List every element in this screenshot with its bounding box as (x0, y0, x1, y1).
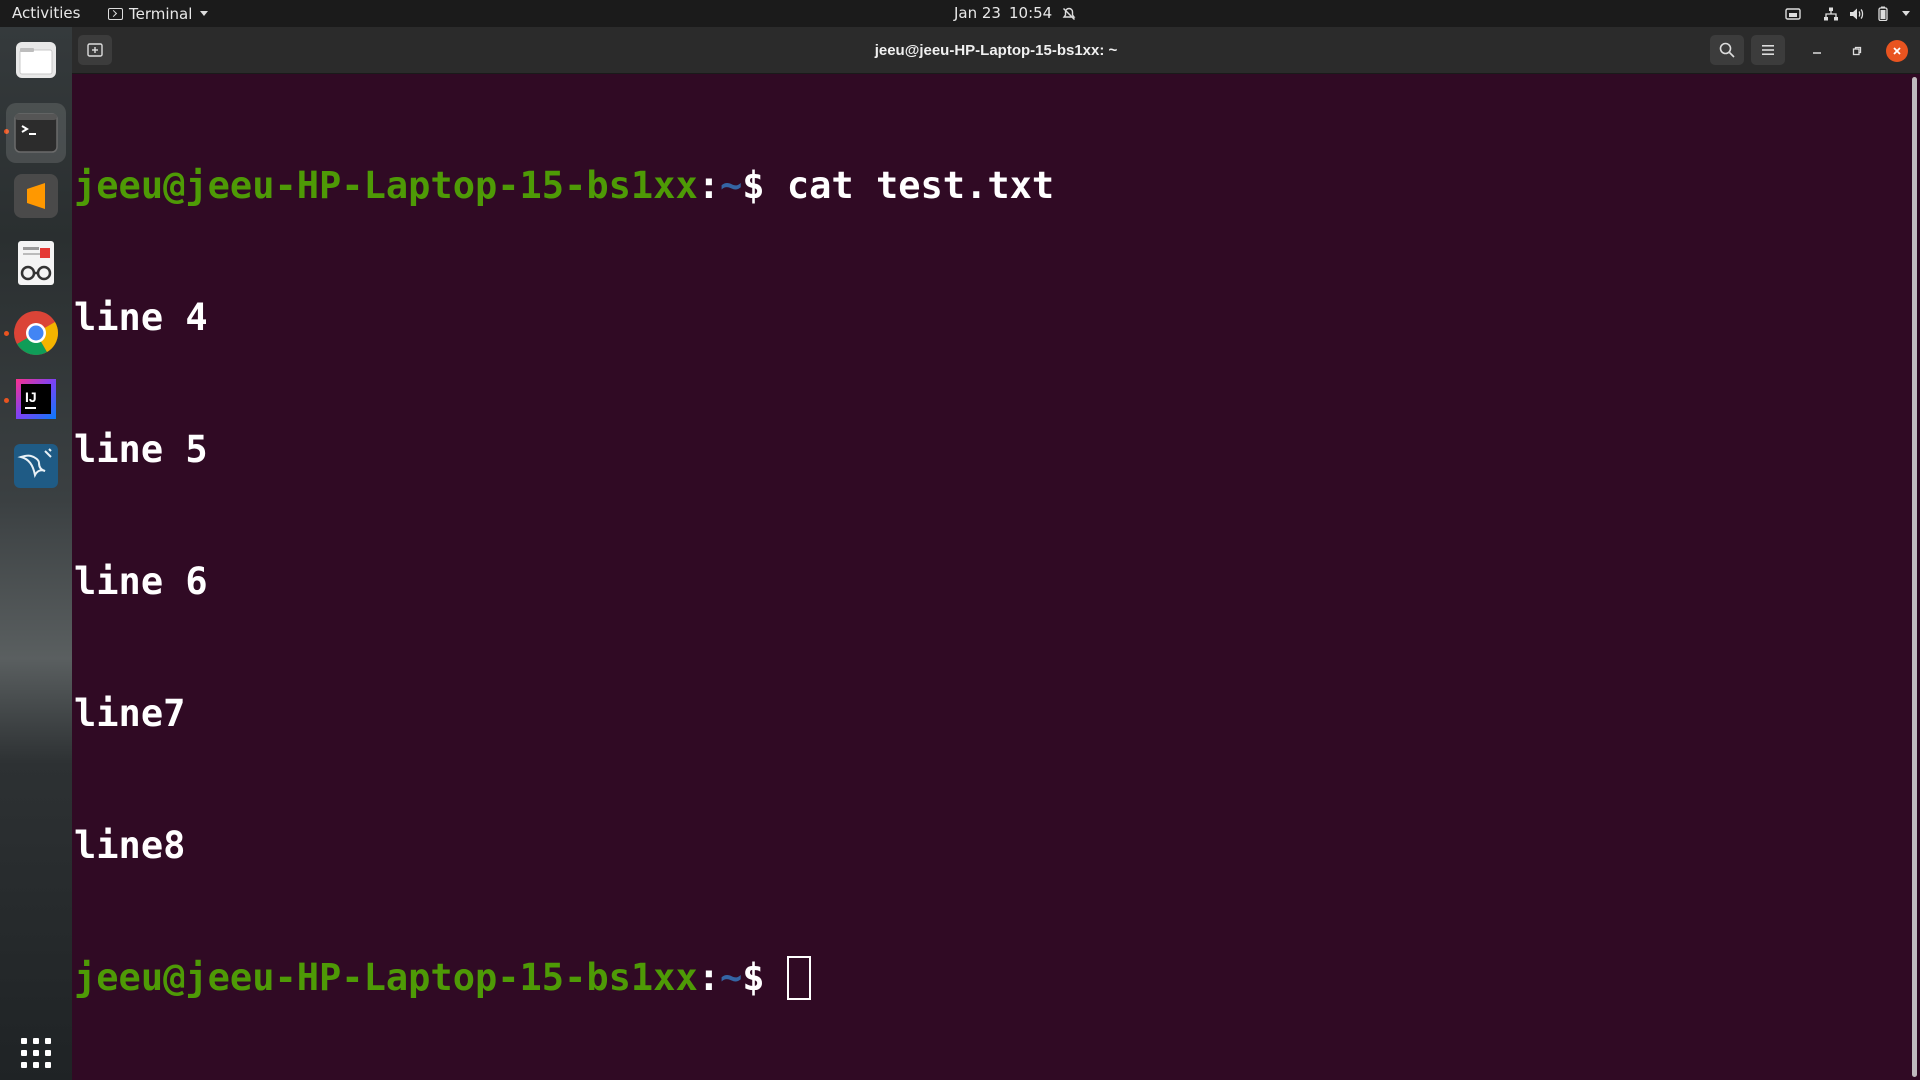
terminal-content[interactable]: jeeu@jeeu-HP-Laptop-15-bs1xx:~$ cat test… (72, 74, 1908, 1080)
prompt-separator: : (697, 956, 721, 999)
restore-icon (1852, 46, 1862, 56)
sublime-icon (14, 174, 58, 218)
system-tray[interactable] (1784, 0, 1910, 27)
terminal-line-prompt-2: jeeu@jeeu-HP-Laptop-15-bs1xx:~$ (74, 956, 1908, 1000)
minimize-icon (1813, 52, 1821, 54)
output-line: line7 (74, 692, 186, 735)
volume-icon (1848, 5, 1866, 23)
hamburger-icon (1762, 45, 1774, 55)
command-text: cat test.txt (786, 164, 1055, 207)
output-line: line 6 (74, 560, 208, 603)
dolphin-icon (14, 444, 58, 488)
notifications-off-icon (1060, 5, 1078, 23)
dock-item-mysql-workbench[interactable] (12, 442, 60, 490)
folder-icon (16, 42, 56, 78)
search-button[interactable] (1710, 35, 1744, 65)
terminal-icon (108, 7, 123, 20)
dock-item-document-viewer[interactable] (12, 239, 60, 287)
running-indicator (4, 331, 9, 336)
screen-share-icon[interactable] (1784, 5, 1802, 23)
prompt-path: ~ (720, 956, 743, 999)
text-cursor (786, 956, 811, 1000)
dock-item-terminal[interactable] (6, 103, 66, 163)
menu-button[interactable] (1751, 35, 1785, 65)
status-icons[interactable] (1822, 5, 1910, 23)
prompt-user: jeeu@jeeu-HP-Laptop-15-bs1xx (74, 164, 698, 207)
header-bar[interactable]: jeeu@jeeu-HP-Laptop-15-bs1xx: ~ (72, 27, 1920, 74)
output-line: line8 (74, 824, 186, 867)
output-line: line 5 (74, 428, 208, 471)
show-applications-button[interactable] (12, 1029, 60, 1077)
prompt-symbol: $ (742, 956, 787, 999)
clock[interactable]: Jan 23 10:54 (954, 0, 1078, 27)
prompt-user: jeeu@jeeu-HP-Laptop-15-bs1xx (74, 956, 698, 999)
prompt-path: ~ (720, 164, 743, 207)
app-menu-label: Terminal (129, 4, 193, 23)
prompt-symbol: $ (742, 164, 787, 207)
terminal-line-prompt-1: jeeu@jeeu-HP-Laptop-15-bs1xx:~$ cat test… (74, 164, 1908, 208)
search-icon (1719, 42, 1735, 58)
dock-item-sublime-text[interactable] (12, 172, 60, 220)
terminal-window: jeeu@jeeu-HP-Laptop-15-bs1xx: ~ jeeu@jee… (72, 27, 1920, 1080)
reader-icon (18, 241, 54, 285)
restore-button[interactable] (1846, 40, 1868, 62)
app-grid-icon (21, 1038, 51, 1068)
close-icon (1893, 47, 1901, 55)
clock-time: 10:54 (1008, 4, 1053, 22)
chevron-down-icon (200, 11, 209, 16)
close-button[interactable] (1886, 40, 1908, 62)
minimize-button[interactable] (1806, 40, 1828, 62)
dock-item-chrome[interactable] (12, 309, 60, 357)
svg-text:IJ: IJ (25, 389, 37, 405)
running-indicator (4, 398, 9, 403)
terminal-icon (14, 113, 58, 153)
network-wired-icon (1822, 5, 1840, 23)
scrollbar[interactable] (1912, 77, 1917, 1077)
dock-item-intellij-idea[interactable]: IJ (12, 375, 60, 423)
chrome-icon (14, 311, 58, 355)
prompt-separator: : (697, 164, 721, 207)
chevron-down-icon (1902, 11, 1910, 16)
dock-item-files[interactable] (12, 36, 60, 84)
dock: IJ (0, 27, 72, 1080)
activities-button[interactable]: Activities (12, 0, 80, 27)
app-menu[interactable]: Terminal (108, 0, 209, 27)
clock-date: Jan 23 (954, 4, 1001, 22)
battery-icon (1874, 5, 1892, 23)
output-line: line 4 (74, 296, 208, 339)
window-title: jeeu@jeeu-HP-Laptop-15-bs1xx: ~ (874, 42, 1118, 59)
intellij-icon: IJ (16, 379, 56, 419)
top-bar: Activities Terminal Jan 23 10:54 (0, 0, 1920, 27)
